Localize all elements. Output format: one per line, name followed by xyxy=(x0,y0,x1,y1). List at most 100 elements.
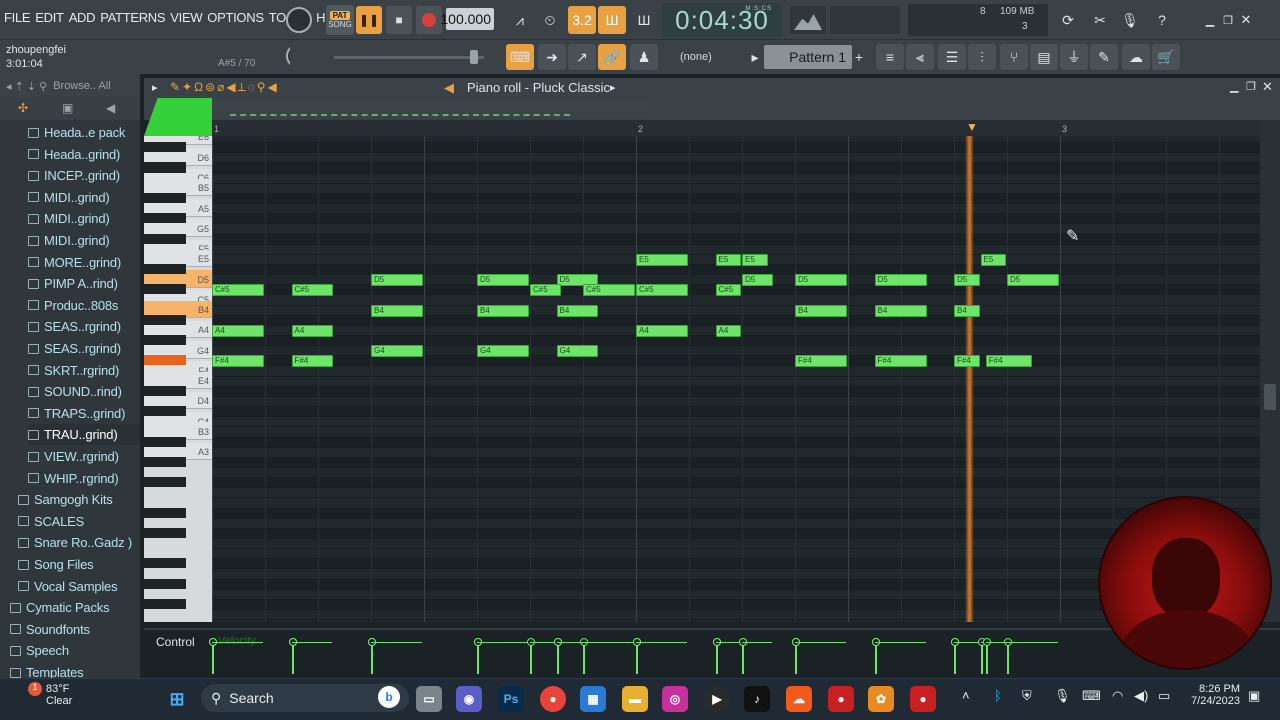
pat-song-toggle[interactable]: PAT SONG xyxy=(326,5,354,35)
note[interactable]: C#5 xyxy=(583,284,635,297)
note[interactable]: B4 xyxy=(795,304,847,317)
velocity-bar[interactable] xyxy=(792,638,800,674)
velocity-bar[interactable] xyxy=(1004,638,1012,674)
browser-item[interactable]: MIDI..grind) xyxy=(28,230,140,251)
browser-item[interactable]: SOUND..rind) xyxy=(28,381,140,402)
metronome-icon[interactable]: ⩘ xyxy=(506,6,534,34)
note[interactable]: F#4 xyxy=(954,355,980,368)
channel-rack-icon[interactable]: ☰ xyxy=(938,44,966,70)
volume-icon[interactable]: ◀) xyxy=(1134,688,1148,704)
note[interactable]: E5 xyxy=(715,253,741,266)
black-key[interactable] xyxy=(144,213,186,224)
browser-item[interactable]: Samgogh Kits xyxy=(18,489,140,510)
mic-tray-icon[interactable]: 🎙 xyxy=(1054,688,1071,704)
battery-icon[interactable]: ▭ xyxy=(1158,688,1170,704)
black-key[interactable] xyxy=(144,456,186,467)
black-key[interactable] xyxy=(144,477,186,488)
browser-item[interactable]: Heada..e pack xyxy=(28,122,140,143)
browser-item[interactable]: VIEW..rgrind) xyxy=(28,446,140,467)
taskbar-clock[interactable]: 8:26 PM 7/24/2023 xyxy=(1186,683,1240,707)
note[interactable]: D5 xyxy=(742,274,773,287)
browser-item[interactable]: INCEP..grind) xyxy=(28,165,140,186)
browser-item[interactable]: Heada..grind) xyxy=(28,144,140,165)
note[interactable]: C#5 xyxy=(291,284,333,297)
photoshop-icon[interactable]: Ps xyxy=(498,686,524,712)
play-button[interactable]: ❚❚ xyxy=(356,6,382,34)
note[interactable]: A4 xyxy=(715,324,741,337)
note[interactable]: D5 xyxy=(1007,274,1059,287)
slider-handle[interactable] xyxy=(470,50,478,64)
velocity-bar[interactable] xyxy=(977,638,986,674)
browser-item[interactable]: Song Files xyxy=(18,554,140,575)
note[interactable]: D5 xyxy=(371,274,423,287)
windows-start-icon[interactable]: ⊞ xyxy=(164,686,190,712)
menu-item[interactable]: PATTERNS xyxy=(100,10,165,25)
browser-item[interactable]: WHIP..rgrind) xyxy=(28,468,140,489)
note[interactable]: G4 xyxy=(556,345,598,358)
browser-item[interactable]: MORE..grind) xyxy=(28,252,140,273)
browser-item[interactable]: Vocal Samples xyxy=(18,576,140,597)
black-key[interactable] xyxy=(144,558,186,569)
note[interactable]: B4 xyxy=(954,304,980,317)
browser-item[interactable]: TRAU..grind) xyxy=(28,424,140,446)
soundcloud-icon[interactable]: ☁ xyxy=(786,686,812,712)
browser-item[interactable]: SCALES xyxy=(18,511,140,532)
mixer-icon[interactable]: ⫶ xyxy=(968,44,996,70)
note[interactable]: A4 xyxy=(291,324,333,337)
note-grid[interactable]: C#5 C#5 D5 D5 D5 C#5 C#5 C#5 E5 E5 E5 C#5 D5 D5 D5 D5 E5… xyxy=(212,136,1260,622)
security-icon[interactable]: ⛨ xyxy=(1022,688,1032,704)
velocity-bar[interactable] xyxy=(288,638,297,674)
menu-item[interactable]: ADD xyxy=(69,10,96,25)
tools-icon[interactable]: ✂ xyxy=(1086,6,1114,34)
menu-item[interactable]: VIEW xyxy=(170,10,202,25)
browser-item[interactable]: TRAPS..grind) xyxy=(28,403,140,424)
cart-icon[interactable]: 🛒 xyxy=(1152,44,1180,70)
black-key[interactable] xyxy=(144,527,186,538)
velocity-bar[interactable] xyxy=(580,638,588,674)
help-icon[interactable]: ? xyxy=(1148,6,1176,34)
record-button[interactable] xyxy=(416,6,442,34)
microphone-icon[interactable]: 🎙 xyxy=(1116,6,1144,34)
loop-record-icon[interactable]: Ш xyxy=(630,6,658,34)
velocity-bar[interactable] xyxy=(982,638,991,674)
media-player-icon[interactable]: ▶ xyxy=(704,686,730,712)
fl-studio-icon[interactable]: ✿ xyxy=(868,686,894,712)
black-key[interactable] xyxy=(144,406,186,417)
camera-icon[interactable]: ● xyxy=(910,686,936,712)
black-key[interactable] xyxy=(144,233,186,244)
black-key[interactable] xyxy=(144,162,186,173)
browser-item[interactable]: SEAS..rgrind) xyxy=(28,338,140,359)
note[interactable]: E5 xyxy=(980,253,1006,266)
note[interactable]: C#5 xyxy=(212,284,264,297)
pattern-select[interactable]: Pattern 1 xyxy=(764,45,852,69)
black-key[interactable] xyxy=(144,314,186,325)
note[interactable]: B4 xyxy=(371,304,423,317)
menu-item[interactable]: OPTIONS xyxy=(207,10,264,25)
note[interactable]: F#4 xyxy=(874,355,927,368)
tempo-display[interactable]: 100.000 xyxy=(440,8,494,30)
note[interactable]: A4 xyxy=(212,324,264,337)
pencil-snap-icon[interactable]: ↗ xyxy=(568,44,596,70)
plugin-icon[interactable]: ⏚ xyxy=(1060,44,1088,70)
piano-roll-tools-icon[interactable]: ✎✦Ω⊜⌀◀⟂◌⚲◀ xyxy=(170,80,279,95)
event-editor[interactable] xyxy=(144,628,1280,678)
bell-icon[interactable]: ♟ xyxy=(630,44,658,70)
menu-item[interactable]: FILE xyxy=(4,10,31,25)
velocity-bar[interactable] xyxy=(209,638,217,674)
black-key[interactable] xyxy=(144,436,186,447)
note[interactable]: C#5 xyxy=(636,284,688,297)
master-volume-knob[interactable] xyxy=(286,7,312,33)
cloud-icon[interactable]: ☁ xyxy=(1122,44,1150,70)
playhead-marker-icon[interactable]: ▼ xyxy=(966,120,978,134)
velocity-bar[interactable] xyxy=(633,638,641,674)
black-key[interactable] xyxy=(144,385,186,396)
notification-icon[interactable]: ▣ xyxy=(1248,688,1260,704)
snap-icon[interactable]: ✣ xyxy=(18,101,28,115)
pr-close-icon[interactable]: ✕ xyxy=(1262,79,1273,95)
play-pattern-icon[interactable]: ▸ xyxy=(746,44,764,70)
note[interactable]: B4 xyxy=(556,304,598,317)
menu-arrow-icon[interactable]: ▸ xyxy=(152,81,158,94)
link-icon[interactable]: 🔗 xyxy=(598,44,626,70)
horizontal-scrollbar[interactable] xyxy=(212,100,648,118)
add-pattern-icon[interactable]: + xyxy=(852,44,866,70)
